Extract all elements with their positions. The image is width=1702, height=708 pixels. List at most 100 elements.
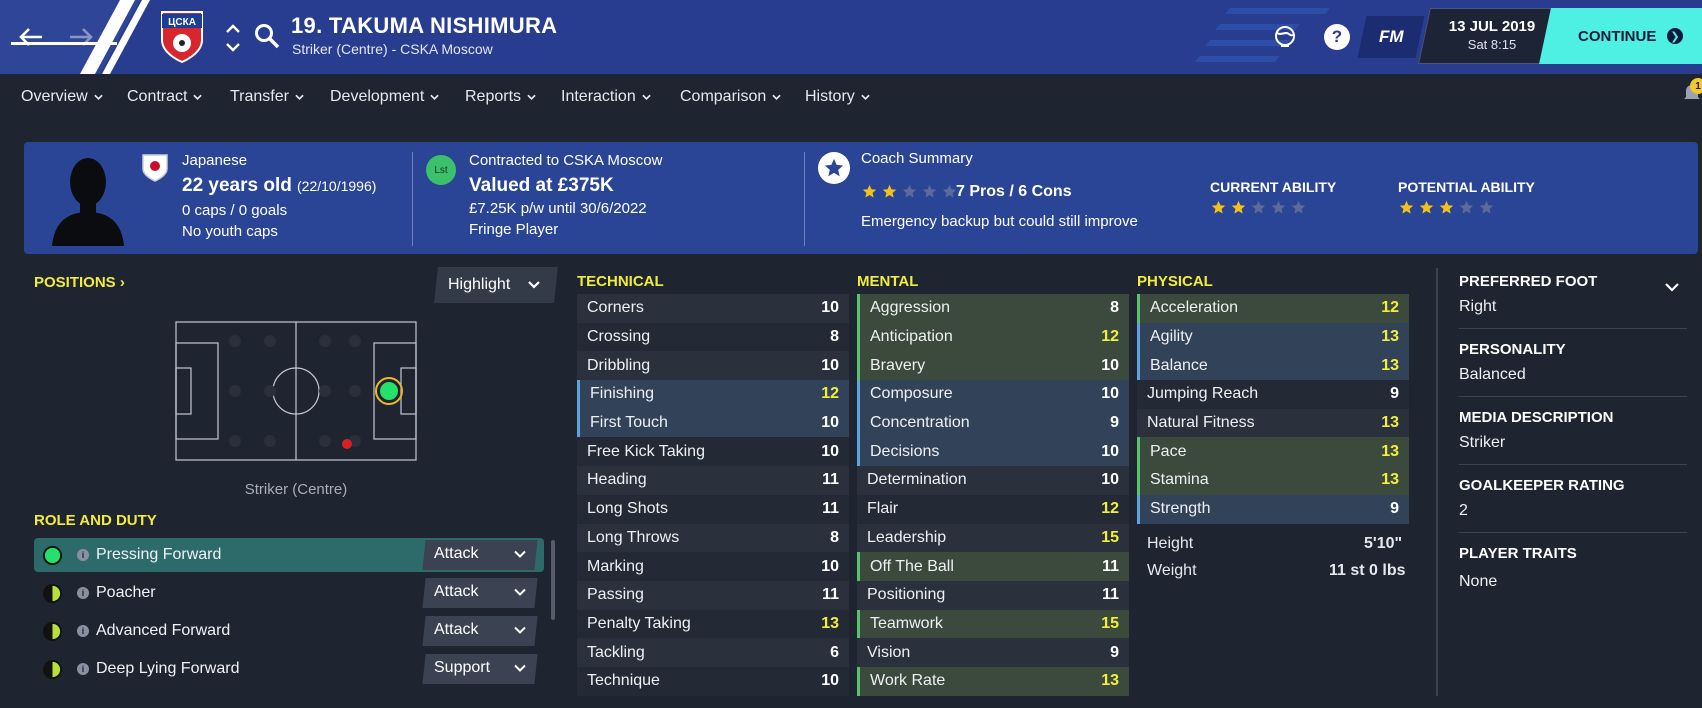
role-row[interactable]: i Advanced Forward Attack — [34, 614, 544, 648]
attribute-name: Agility — [1150, 328, 1193, 346]
pros-cons[interactable]: 7 Pros / 6 Cons — [956, 183, 1072, 201]
divider — [412, 152, 413, 246]
attribute-row[interactable]: Positioning 11 — [857, 580, 1129, 610]
highlight-dropdown[interactable]: Highlight — [434, 267, 558, 303]
current-time: Sat 8:15 — [1467, 37, 1517, 52]
tab-reports[interactable]: Reports — [465, 88, 536, 106]
divider — [1459, 396, 1687, 397]
star-filled-icon — [861, 183, 878, 199]
fm-menu-button[interactable]: FM — [1357, 16, 1425, 58]
tab-label: Transfer — [230, 88, 289, 105]
attribute-row[interactable]: Corners 10 — [577, 294, 849, 323]
attribute-value: 11 — [822, 500, 839, 518]
search-icon[interactable] — [253, 22, 281, 50]
role-row[interactable]: i Deep Lying Forward Support — [34, 652, 544, 686]
info-icon[interactable]: i — [77, 587, 89, 599]
positions-heading[interactable]: POSITIONS › — [34, 274, 125, 291]
position-pitch-diagram[interactable] — [175, 321, 417, 461]
forward-button[interactable] — [64, 20, 98, 54]
coach-summary-button[interactable] — [818, 152, 850, 184]
attribute-row[interactable]: Finishing 12 — [577, 380, 849, 409]
attribute-row[interactable]: Aggression 8 — [857, 294, 1129, 323]
role-suitability-icon — [42, 583, 63, 604]
tab-overview[interactable]: Overview — [21, 88, 103, 106]
chevron-right-icon[interactable]: ❯ — [1667, 28, 1683, 44]
attribute-row[interactable]: Pace 13 — [1137, 437, 1409, 467]
attribute-value: 10 — [821, 356, 839, 374]
highlight-label: Highlight — [448, 276, 511, 293]
attribute-row[interactable]: First Touch 10 — [577, 408, 849, 438]
role-list-scrollbar[interactable] — [551, 540, 555, 620]
personality-value: Balanced — [1459, 366, 1526, 383]
attribute-name: Technique — [587, 672, 660, 690]
goalkeeper-rating-value: 2 — [1459, 502, 1468, 519]
help-button[interactable]: ? — [1322, 22, 1352, 52]
attribute-row[interactable]: Technique 10 — [577, 666, 849, 696]
info-icon[interactable]: i — [77, 663, 89, 675]
attribute-row[interactable]: Passing 11 — [577, 580, 849, 610]
attribute-value: 10 — [1101, 442, 1119, 460]
attribute-row[interactable]: Long Shots 11 — [577, 494, 849, 524]
japan-flag-icon[interactable] — [140, 152, 170, 182]
attribute-row[interactable]: Tackling 6 — [577, 638, 849, 667]
player-up-down-icon[interactable] — [224, 20, 242, 56]
club-badge-text: ЦСКА — [168, 17, 196, 28]
attribute-value: 9 — [1110, 414, 1119, 432]
tab-interaction[interactable]: Interaction — [561, 88, 651, 106]
attribute-row[interactable]: Natural Fitness 13 — [1137, 408, 1409, 438]
back-button[interactable] — [14, 20, 48, 54]
attribute-value: 10 — [1101, 356, 1119, 374]
mental-heading: MENTAL — [857, 273, 919, 290]
tab-comparison[interactable]: Comparison — [680, 88, 781, 106]
height-value: 5'10" — [1364, 535, 1403, 552]
attribute-row[interactable]: Acceleration 12 — [1137, 294, 1409, 323]
tab-history[interactable]: History — [805, 88, 870, 106]
attribute-row[interactable]: Composure 10 — [857, 380, 1129, 409]
attribute-row[interactable]: Free Kick Taking 10 — [577, 437, 849, 467]
attribute-row[interactable]: Teamwork 15 — [857, 609, 1129, 639]
attribute-row[interactable]: Concentration 9 — [857, 408, 1129, 438]
attribute-row[interactable]: Jumping Reach 9 — [1137, 380, 1409, 409]
attribute-row[interactable]: Flair 12 — [857, 494, 1129, 524]
club-badge-logo[interactable]: ЦСКА — [158, 10, 206, 64]
tab-transfer[interactable]: Transfer — [230, 88, 304, 106]
attribute-row[interactable]: Stamina 13 — [1137, 466, 1409, 495]
attribute-row[interactable]: Heading 11 — [577, 466, 849, 495]
attribute-row[interactable]: Agility 13 — [1137, 322, 1409, 352]
attribute-name: Jumping Reach — [1147, 385, 1259, 403]
attribute-value: 11 — [822, 586, 839, 604]
attribute-row[interactable]: Crossing 8 — [577, 322, 849, 352]
attribute-value: 9 — [1390, 500, 1399, 518]
contracted-to: Contracted to CSKA Moscow — [469, 152, 663, 169]
attribute-row[interactable]: Penalty Taking 13 — [577, 609, 849, 639]
attribute-row[interactable]: Leadership 15 — [857, 523, 1129, 553]
star-empty-icon — [1270, 199, 1287, 215]
attribute-row[interactable]: Long Throws 8 — [577, 523, 849, 553]
tab-development[interactable]: Development — [330, 88, 439, 106]
attribute-row[interactable]: Determination 10 — [857, 466, 1129, 495]
attribute-row[interactable]: Decisions 10 — [857, 437, 1129, 467]
attribute-row[interactable]: Balance 13 — [1137, 351, 1409, 381]
attribute-row[interactable]: Dribbling 10 — [577, 351, 849, 381]
attribute-row[interactable]: Anticipation 12 — [857, 322, 1129, 352]
chevron-down-icon[interactable] — [1665, 282, 1679, 292]
attribute-row[interactable]: Off The Ball 11 — [857, 552, 1129, 581]
role-row[interactable]: i Pressing Forward Attack — [34, 538, 544, 572]
attribute-row[interactable]: Strength 9 — [1137, 494, 1409, 524]
world-button[interactable] — [1270, 22, 1300, 52]
attribute-name: Balance — [1150, 356, 1208, 374]
info-icon[interactable]: i — [77, 625, 89, 637]
info-icon[interactable]: i — [77, 549, 89, 561]
date-of-birth: (22/10/1996) — [297, 178, 377, 194]
continue-label[interactable]: CONTINUE — [1578, 28, 1656, 45]
contract-status-badge[interactable]: Lst — [426, 155, 456, 185]
attribute-row[interactable]: Vision 9 — [857, 638, 1129, 667]
attribute-value: 11 — [1102, 586, 1119, 604]
tab-contract[interactable]: Contract — [127, 88, 203, 106]
attribute-value: 13 — [1381, 356, 1399, 374]
attribute-row[interactable]: Work Rate 13 — [857, 666, 1129, 696]
role-row[interactable]: i Poacher Attack — [34, 576, 544, 610]
attribute-row[interactable]: Marking 10 — [577, 552, 849, 581]
attribute-row[interactable]: Bravery 10 — [857, 351, 1129, 381]
coach-summary-text: Emergency backup but could still improve — [861, 213, 1138, 230]
